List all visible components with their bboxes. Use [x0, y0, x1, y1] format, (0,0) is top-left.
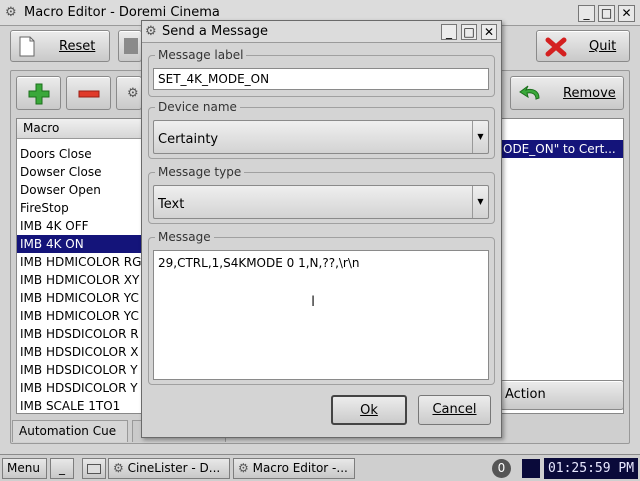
dialog-titlebar: ⚙ Send a Message _ □ ✕	[142, 21, 501, 43]
list-item[interactable]: IMB HDMICOLOR YC	[17, 289, 145, 307]
list-item-selected[interactable]: IMB 4K ON	[17, 235, 145, 253]
dialog-title: Send a Message	[162, 24, 268, 39]
ok-button[interactable]: Ok	[331, 395, 407, 425]
notification-badge[interactable]: 0	[492, 459, 511, 478]
list-item[interactable]: FireStop	[17, 199, 145, 217]
message-type-value: Text	[158, 197, 185, 212]
clock: 01:25:59 PM	[544, 458, 638, 479]
remove-entry-button[interactable]: Remove	[510, 76, 624, 110]
device-name-legend: Device name	[155, 100, 240, 114]
gear-icon: ⚙	[238, 461, 249, 475]
window-list-button[interactable]	[82, 458, 106, 479]
document-icon	[19, 36, 35, 57]
reset-label: Reset	[59, 39, 96, 54]
message-textarea[interactable]: 29,CTRL,1,S4KMODE 0 1,N,??,\r\n	[153, 250, 489, 380]
list-item[interactable]: IMB 4K OFF	[17, 217, 145, 235]
task-macro-editor[interactable]: ⚙ Macro Editor -...	[233, 458, 355, 479]
message-type-group: Message type Text ▼	[148, 165, 495, 224]
list-item[interactable]: IMB HDMICOLOR RG	[17, 253, 145, 271]
reset-button[interactable]: Reset	[10, 30, 110, 62]
gear-icon: ⚙	[145, 24, 157, 39]
minimize-button[interactable]: _	[578, 5, 595, 22]
list-item[interactable]: IMB HDMICOLOR XY	[17, 271, 145, 289]
remove-macro-button[interactable]	[66, 76, 111, 110]
message-label-group: Message label SET_4K_MODE_ON	[148, 48, 495, 97]
tab-automation-cue[interactable]: Automation Cue	[12, 420, 128, 442]
list-item[interactable]: IMB HDSDICOLOR X	[17, 343, 145, 361]
gear-icon: ⚙	[113, 461, 124, 475]
list-item[interactable]: Doors Close	[17, 145, 145, 163]
macro-action-list[interactable]: ODE_ON" to Cert...	[500, 118, 624, 414]
chevron-down-icon: ▼	[472, 186, 488, 218]
list-item[interactable]: Dowser Open	[17, 181, 145, 199]
task-cinelister[interactable]: ⚙ CineLister - D...	[108, 458, 230, 479]
macro-settings-button[interactable]: ⚙	[116, 76, 142, 110]
remove-label: Remove	[563, 86, 616, 101]
macro-list-header: Macro	[17, 119, 145, 139]
list-item[interactable]: IMB HDSDICOLOR Y	[17, 379, 145, 397]
dialog-minimize-button[interactable]: _	[441, 24, 457, 40]
message-label-legend: Message label	[155, 48, 247, 62]
chevron-down-icon: ▼	[472, 121, 488, 153]
message-label-input[interactable]: SET_4K_MODE_ON	[153, 68, 489, 90]
message-type-select[interactable]: Text ▼	[153, 185, 489, 219]
device-name-select[interactable]: Certainty ▼	[153, 120, 489, 154]
action-button[interactable]: Action	[500, 380, 624, 410]
close-button[interactable]: ✕	[618, 5, 635, 22]
toolbar-icon	[124, 38, 138, 54]
send-message-dialog: ⚙ Send a Message _ □ ✕ Message label SET…	[141, 20, 502, 438]
task-cinelister-label: CineLister - D...	[127, 461, 221, 475]
quit-button[interactable]: Quit	[536, 30, 630, 62]
list-item[interactable]: IMB SCALE 1TO1	[17, 397, 145, 413]
cancel-button[interactable]: Cancel	[418, 395, 491, 425]
gear-icon: ⚙	[127, 86, 139, 101]
plus-icon	[28, 83, 50, 105]
message-group: Message 29,CTRL,1,S4KMODE 0 1,N,??,\r\n …	[148, 230, 495, 385]
hidden-toolbar-button[interactable]	[118, 30, 142, 62]
menu-button[interactable]: Menu	[2, 458, 47, 479]
workspace-indicator[interactable]	[522, 459, 540, 478]
red-x-icon	[545, 37, 567, 57]
window-list-icon	[87, 464, 101, 474]
quit-label: Quit	[589, 39, 617, 54]
add-macro-button[interactable]	[16, 76, 61, 110]
message-legend: Message	[155, 230, 214, 244]
list-item[interactable]: IMB HDMICOLOR YC	[17, 307, 145, 325]
taskbar: Menu _ ⚙ CineLister - D... ⚙ Macro Edito…	[0, 454, 640, 481]
list-item[interactable]: IMB HDSDICOLOR Y	[17, 361, 145, 379]
device-name-group: Device name Certainty ▼	[148, 100, 495, 159]
minus-icon	[78, 90, 100, 98]
list-item[interactable]: Dowser Close	[17, 163, 145, 181]
task-macro-editor-label: Macro Editor -...	[252, 461, 348, 475]
device-name-value: Certainty	[158, 132, 219, 147]
list-item-selected[interactable]: ODE_ON" to Cert...	[501, 140, 623, 158]
list-item[interactable]: IMB HDSDICOLOR R	[17, 325, 145, 343]
maximize-button[interactable]: □	[598, 5, 615, 22]
green-arrow-icon	[519, 85, 540, 100]
gear-icon: ⚙	[5, 5, 17, 20]
message-type-legend: Message type	[155, 165, 245, 179]
action-label: Action	[505, 387, 546, 402]
window-title: Macro Editor - Doremi Cinema	[24, 5, 220, 20]
macro-list[interactable]: Macro Doors Close Dowser Close Dowser Op…	[16, 118, 146, 414]
show-desktop-button[interactable]: _	[50, 458, 74, 479]
text-cursor-icon: I	[311, 294, 316, 310]
dialog-close-button[interactable]: ✕	[481, 24, 497, 40]
dialog-maximize-button[interactable]: □	[461, 24, 477, 40]
